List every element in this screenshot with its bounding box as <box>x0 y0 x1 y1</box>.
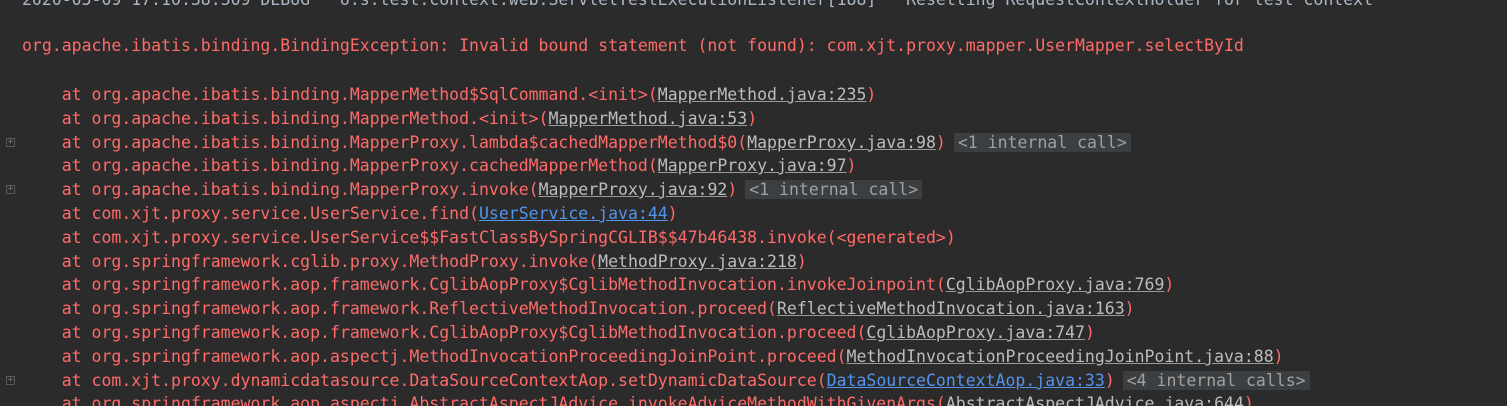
frame-method: at org.apache.ibatis.binding.MapperProxy… <box>22 180 539 199</box>
frame-method: at org.springframework.aop.aspectj.Abstr… <box>22 394 946 406</box>
source-link[interactable]: AbstractAspectJAdvice.java:644 <box>946 394 1244 406</box>
frame-method: at org.springframework.aop.framework.Cgl… <box>22 323 867 342</box>
source-link[interactable]: MapperProxy.java:98 <box>747 133 936 152</box>
stack-frame: at org.springframework.cglib.proxy.Metho… <box>22 250 807 274</box>
stack-frame: at com.xjt.proxy.dynamicdatasource.DataS… <box>22 369 1310 393</box>
source-link[interactable]: MethodInvocationProceedingJoinPoint.java… <box>847 347 1274 366</box>
stack-frame: at org.springframework.aop.framework.Cgl… <box>22 321 1095 345</box>
expand-fold-icon[interactable]: + <box>6 185 15 194</box>
stack-frame: at org.springframework.aop.aspectj.Abstr… <box>22 392 1254 406</box>
frame-method: at org.apache.ibatis.binding.MapperProxy… <box>22 156 658 175</box>
source-link[interactable]: MapperMethod.java:53 <box>549 109 748 128</box>
frame-suffix: ) <box>1273 347 1284 366</box>
frame-suffix: ) <box>747 109 758 128</box>
frame-suffix: ) <box>727 180 738 199</box>
frame-suffix: ) <box>846 156 857 175</box>
frame-method: at org.apache.ibatis.binding.MapperMetho… <box>22 109 549 128</box>
frame-method: at com.xjt.proxy.service.UserService.fin… <box>22 204 479 223</box>
source-link[interactable]: CglibAopProxy.java:747 <box>866 323 1085 342</box>
console-output: 2020-05-09 17:10:38.309 DEBUG o.s.test.c… <box>0 0 1507 406</box>
debug-log-line: 2020-05-09 17:10:38.309 DEBUG o.s.test.c… <box>22 0 1373 12</box>
stack-frame: at org.springframework.aop.aspectj.Metho… <box>22 345 1284 369</box>
frame-method: at com.xjt.proxy.service.UserService$$Fa… <box>22 228 956 247</box>
source-link[interactable]: MapperProxy.java:92 <box>539 180 728 199</box>
console-gutter <box>0 0 22 406</box>
frame-suffix: ) <box>866 85 877 104</box>
frame-suffix: ) <box>1164 275 1175 294</box>
stack-frame: at org.apache.ibatis.binding.MapperProxy… <box>22 131 1131 155</box>
source-link[interactable]: MethodProxy.java:218 <box>598 252 797 271</box>
source-link[interactable]: MapperProxy.java:97 <box>658 156 847 175</box>
stack-frame: at org.apache.ibatis.binding.MapperProxy… <box>22 178 923 202</box>
internal-calls-badge[interactable]: <1 internal call> <box>953 133 1131 152</box>
internal-calls-badge[interactable]: <4 internal calls> <box>1122 371 1310 390</box>
expand-fold-icon[interactable]: + <box>6 376 15 385</box>
frame-suffix: ) <box>796 252 807 271</box>
frame-method: at org.springframework.aop.framework.Cgl… <box>22 275 946 294</box>
stack-frame: at org.springframework.aop.framework.Cgl… <box>22 273 1175 297</box>
stack-frame: at com.xjt.proxy.service.UserService.fin… <box>22 202 678 226</box>
frame-method: at org.springframework.aop.framework.Ref… <box>22 299 777 318</box>
frame-method: at org.apache.ibatis.binding.MapperProxy… <box>22 133 748 152</box>
stack-frame: at org.apache.ibatis.binding.MapperProxy… <box>22 154 857 178</box>
source-link[interactable]: DataSourceContextAop.java:33 <box>827 371 1105 390</box>
frame-method: at org.springframework.cglib.proxy.Metho… <box>22 252 599 271</box>
stack-frame: at org.apache.ibatis.binding.MapperMetho… <box>22 83 877 107</box>
frame-suffix: ) <box>1104 371 1115 390</box>
stack-frame: at org.springframework.aop.framework.Ref… <box>22 297 1135 321</box>
source-link[interactable]: MapperMethod.java:235 <box>658 85 867 104</box>
frame-suffix: ) <box>667 204 678 223</box>
source-link[interactable]: UserService.java:44 <box>479 204 668 223</box>
internal-calls-badge[interactable]: <1 internal call> <box>745 180 923 199</box>
frame-method: at org.apache.ibatis.binding.MapperMetho… <box>22 85 658 104</box>
source-link[interactable]: ReflectiveMethodInvocation.java:163 <box>777 299 1125 318</box>
frame-method: at com.xjt.proxy.dynamicdatasource.DataS… <box>22 371 827 390</box>
frame-method: at org.springframework.aop.aspectj.Metho… <box>22 347 847 366</box>
source-link[interactable]: CglibAopProxy.java:769 <box>946 275 1165 294</box>
frame-suffix: ) <box>1084 323 1095 342</box>
stack-frame: at com.xjt.proxy.service.UserService$$Fa… <box>22 226 956 250</box>
expand-fold-icon[interactable]: + <box>6 138 15 147</box>
frame-suffix: ) <box>1124 299 1135 318</box>
stack-frame: at org.apache.ibatis.binding.MapperMetho… <box>22 107 757 131</box>
frame-suffix: ) <box>935 133 946 152</box>
frame-suffix: ) <box>1243 394 1254 406</box>
exception-message: org.apache.ibatis.binding.BindingExcepti… <box>22 36 1244 55</box>
